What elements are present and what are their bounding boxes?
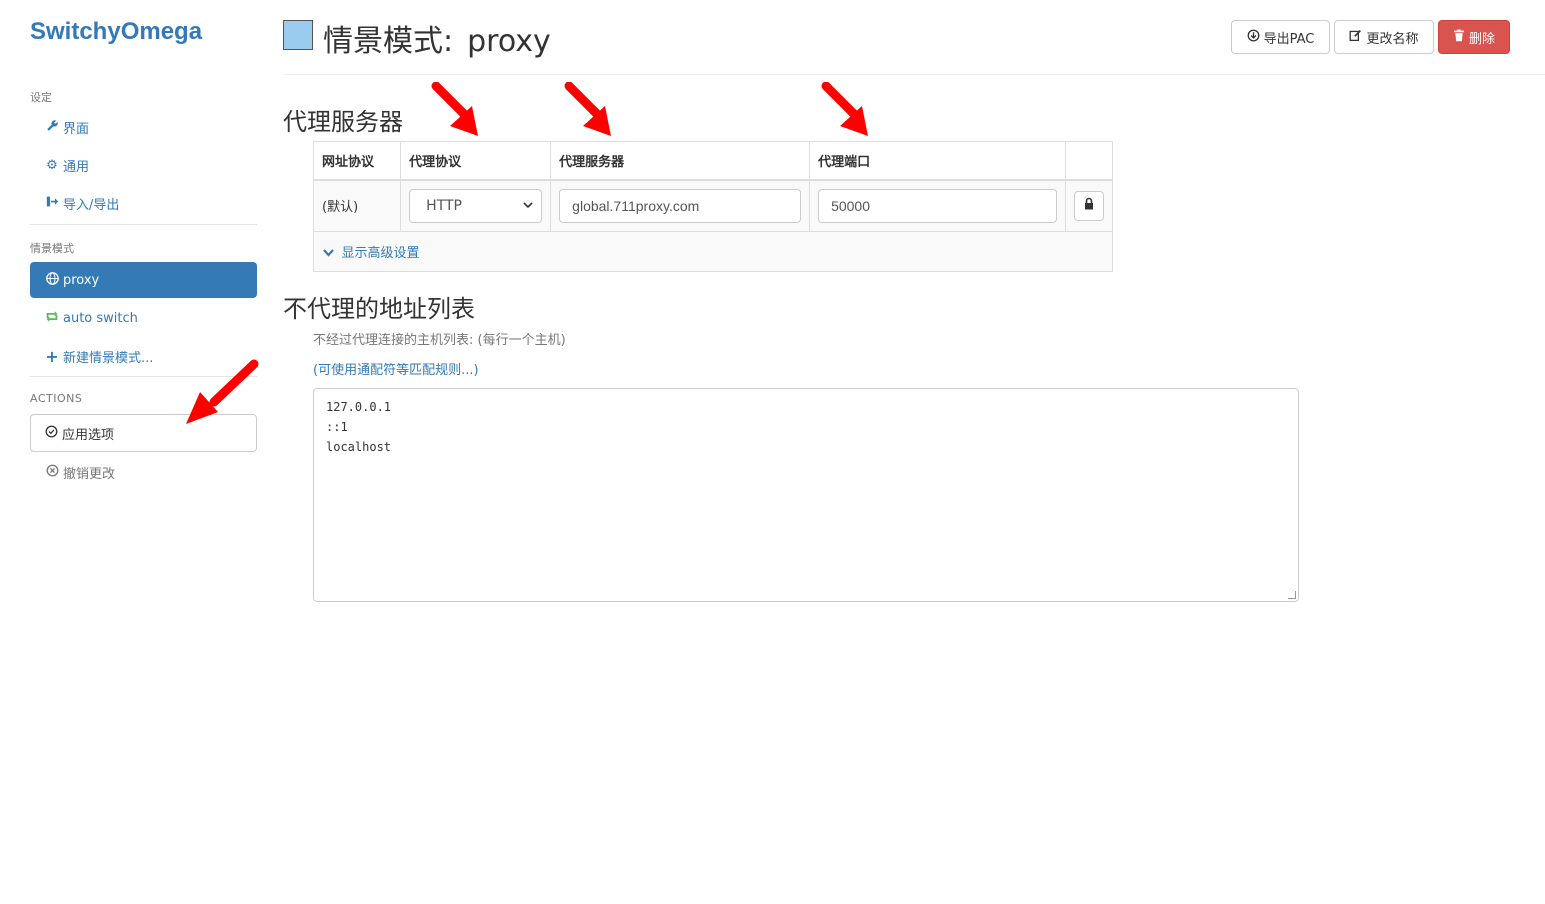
annotation-arrow-icon bbox=[431, 82, 478, 136]
export-pac-button[interactable]: 导出PAC bbox=[1231, 20, 1330, 54]
import-export-icon bbox=[44, 195, 60, 212]
protocol-select[interactable]: HTTP bbox=[409, 188, 543, 223]
port-input[interactable]: 50000 bbox=[818, 188, 1057, 223]
sidebar: SwitchyOmega 设定 界面 ⚙ 通用 导入/导出 情景模式 proxy… bbox=[0, 0, 270, 904]
profiles-header: 情景模式 bbox=[30, 242, 74, 255]
bypass-line: localhost bbox=[326, 440, 392, 454]
lock-icon bbox=[1084, 197, 1094, 214]
wrench-icon bbox=[44, 119, 60, 136]
chevron-down-icon bbox=[323, 247, 338, 260]
server-input[interactable]: global.711proxy.com bbox=[559, 188, 802, 223]
rename-button[interactable]: 更改名称 bbox=[1334, 20, 1434, 54]
server-cell: global.711proxy.com bbox=[550, 179, 811, 232]
remove-circle-icon bbox=[44, 464, 60, 481]
brand-logo[interactable]: SwitchyOmega bbox=[30, 18, 202, 46]
delete-button[interactable]: 删除 bbox=[1438, 20, 1510, 54]
annotation-arrow-icon bbox=[564, 82, 611, 136]
auth-lock-button[interactable] bbox=[1073, 190, 1104, 221]
profile-color-swatch[interactable] bbox=[283, 20, 313, 50]
sidebar-item-label: auto switch bbox=[63, 310, 138, 326]
sidebar-item-auto-switch[interactable]: auto switch bbox=[30, 300, 257, 336]
sidebar-item-general[interactable]: ⚙ 通用 bbox=[30, 147, 257, 183]
discard-changes-button[interactable]: 撤销更改 bbox=[30, 454, 257, 490]
page-title-prefix: 情景模式: bbox=[323, 24, 454, 59]
download-icon bbox=[1247, 29, 1260, 46]
auth-cell bbox=[1064, 179, 1114, 232]
advanced-row: 显示高级设置 bbox=[313, 231, 1113, 272]
annotation-arrow-icon bbox=[186, 359, 259, 424]
proxy-section-title: 代理服务器 bbox=[283, 108, 403, 136]
sidebar-item-interface[interactable]: 界面 bbox=[30, 109, 257, 145]
sidebar-item-label: 导入/导出 bbox=[63, 197, 120, 213]
edit-icon bbox=[1349, 29, 1362, 46]
wildcard-rules-link[interactable]: (可使用通配符等匹配规则...) bbox=[313, 359, 479, 378]
show-advanced-label: 显示高级设置 bbox=[341, 246, 420, 261]
gear-icon: ⚙ bbox=[46, 157, 58, 173]
sidebar-divider bbox=[30, 224, 257, 225]
annotation-arrow-icon bbox=[821, 82, 868, 136]
page-title: 情景模式: proxy bbox=[323, 16, 551, 60]
sidebar-item-label: 界面 bbox=[63, 121, 90, 137]
sidebar-item-label: 新建情景模式... bbox=[63, 350, 154, 366]
check-circle-icon bbox=[45, 425, 58, 442]
bypass-help-text: 不经过代理连接的主机列表: (每行一个主机) bbox=[313, 333, 566, 348]
page-header: 情景模式: proxy 导出PAC 更改名称 删除 bbox=[283, 0, 1545, 75]
settings-header: 设定 bbox=[30, 91, 52, 104]
bypass-list-textarea[interactable]: 127.0.0.1 ::1 localhost bbox=[313, 388, 1299, 602]
column-header-actions bbox=[1064, 141, 1114, 181]
sidebar-item-label: 通用 bbox=[63, 159, 90, 175]
scheme-cell: (默认) bbox=[312, 179, 402, 232]
retweet-icon bbox=[44, 310, 60, 327]
apply-options-label: 应用选项 bbox=[62, 427, 115, 443]
export-pac-label: 导出PAC bbox=[1263, 31, 1315, 47]
delete-label: 删除 bbox=[1468, 31, 1495, 47]
globe-icon bbox=[44, 271, 60, 289]
discard-changes-label: 撤销更改 bbox=[63, 466, 116, 482]
resize-handle[interactable] bbox=[1288, 591, 1296, 599]
sidebar-item-proxy[interactable]: proxy bbox=[30, 262, 257, 298]
rename-label: 更改名称 bbox=[1366, 31, 1419, 47]
chevron-down-icon bbox=[523, 199, 533, 212]
plus-icon: + bbox=[45, 346, 59, 366]
table-row: (默认) HTTP global.711proxy.com 50000 bbox=[312, 179, 1114, 232]
trash-icon bbox=[1453, 28, 1465, 46]
protocol-cell: HTTP bbox=[400, 179, 552, 232]
port-cell: 50000 bbox=[809, 179, 1066, 232]
bypass-line: ::1 bbox=[326, 420, 348, 434]
actions-header: ACTIONS bbox=[30, 392, 83, 405]
sidebar-item-label: proxy bbox=[63, 272, 100, 288]
column-header-scheme: 网址协议 bbox=[312, 141, 402, 181]
protocol-value: HTTP bbox=[426, 197, 462, 214]
profile-name: proxy bbox=[467, 24, 551, 59]
bypass-section-title: 不代理的地址列表 bbox=[283, 295, 475, 323]
bypass-line: 127.0.0.1 bbox=[326, 400, 392, 414]
sidebar-item-import-export[interactable]: 导入/导出 bbox=[30, 185, 257, 221]
show-advanced-link[interactable]: 显示高级设置 bbox=[313, 231, 1113, 272]
